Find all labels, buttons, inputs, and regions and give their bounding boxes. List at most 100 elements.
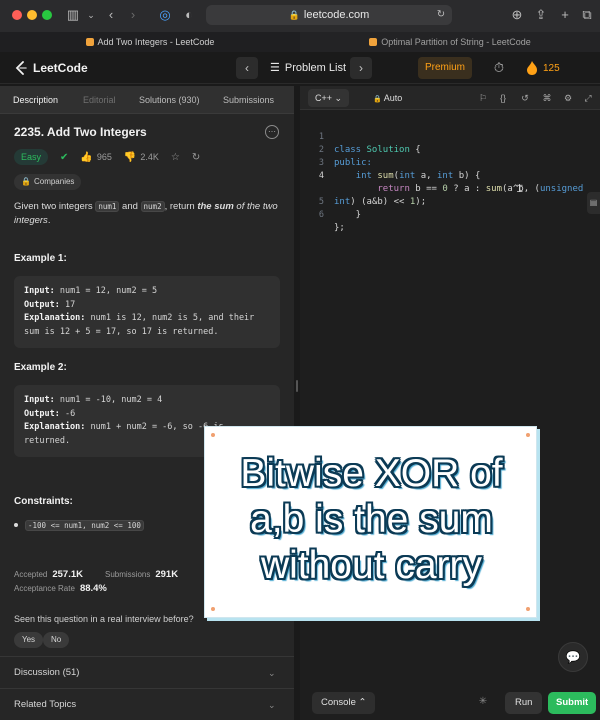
bookmark-icon[interactable]: ⚐: [476, 91, 490, 105]
code-chip-num2: num2: [140, 201, 165, 212]
auto-mode-select[interactable]: 🔒 Auto: [366, 89, 409, 107]
interview-question: Seen this question in a real interview b…: [14, 614, 194, 624]
yes-button[interactable]: Yes: [14, 632, 44, 648]
streak-counter[interactable]: 125: [526, 59, 560, 77]
chevron-down-icon[interactable]: ⌄: [82, 6, 100, 24]
drag-handle[interactable]: [296, 380, 298, 392]
address-bar[interactable]: 🔒 leetcode.com ↻: [206, 5, 452, 25]
leetcode-logo-icon: [15, 61, 27, 75]
thumbs-up-icon[interactable]: 👍: [80, 152, 92, 163]
tab-overview-icon[interactable]: ⧉: [578, 6, 596, 24]
shortcut-icon[interactable]: ⌘: [540, 91, 554, 105]
browser-tab-active[interactable]: Add Two Integers - LeetCode: [0, 32, 300, 52]
submissions-value: 291K: [155, 569, 179, 580]
code-token: }: [334, 210, 362, 220]
tab-strip: Add Two Integers - LeetCode Optimal Part…: [0, 32, 600, 52]
submit-button[interactable]: Submit: [548, 692, 597, 714]
stats-row: Accepted 257.1K Submissions 291K: [14, 569, 178, 583]
code-editor-panel: C++ ⌄ 🔒 Auto ⚐ {} ↺ ⌘ ⚙ ⤢ 1 class Soluti…: [300, 86, 600, 720]
constraints-heading: Constraints:: [14, 496, 73, 507]
companies-tag[interactable]: 🔒 Companies: [14, 174, 82, 190]
reload-icon[interactable]: ↻: [432, 6, 450, 24]
minimize-window-button[interactable]: [27, 10, 37, 20]
problem-meta-row: Easy ✔ 👍 965 👎 2.4K ☆ ↻: [14, 148, 200, 166]
zoom-window-button[interactable]: [42, 10, 52, 20]
braces-icon[interactable]: {}: [496, 91, 510, 105]
timer-icon[interactable]: ⏱: [490, 59, 508, 77]
input-label: Input:: [24, 286, 55, 296]
language-select[interactable]: C++ ⌄: [308, 89, 350, 107]
browser-chrome: ▥ ⌄ ‹ › ◎ ◐ 🔒 leetcode.com ↻ ⊕ ⇪ + ⧉ Add …: [0, 0, 600, 52]
reset-icon[interactable]: ↺: [518, 91, 532, 105]
prev-problem-button[interactable]: ‹: [236, 57, 258, 79]
expand-icon[interactable]: ⤢: [581, 91, 595, 105]
forward-arrow-icon[interactable]: ›: [124, 6, 142, 24]
output-value: -6: [59, 408, 76, 419]
output-label: Output:: [24, 408, 60, 419]
settings-icon[interactable]: ⚙: [561, 91, 575, 105]
console-button[interactable]: Console ⌃: [312, 692, 376, 714]
acceptance-row: Acceptance Rate 88.4%: [14, 583, 107, 597]
acceptance-value: 88.4%: [79, 583, 107, 594]
code-line: 6 };: [300, 196, 592, 233]
corner-dot: [211, 607, 215, 611]
run-button[interactable]: Run: [505, 692, 543, 714]
output-value: 17: [59, 299, 76, 310]
sidebar-toggle-icon[interactable]: ▥: [64, 6, 82, 24]
chevron-up-icon: ⌃: [358, 697, 367, 708]
leetcode-logo[interactable]: LeetCode: [14, 59, 88, 77]
related-topics-accordion[interactable]: Related Topics ⌄: [0, 688, 294, 720]
tab-submissions[interactable]: Submissions: [223, 86, 274, 114]
next-problem-button[interactable]: ›: [350, 57, 372, 79]
more-options-icon[interactable]: ⋯: [265, 125, 279, 139]
code-line: 4 return b == 0 ? a : sum(a^b, (unsigned: [300, 157, 592, 194]
corner-dot: [526, 607, 530, 611]
lock-icon: 🔒: [288, 10, 300, 20]
logo-text: LeetCode: [33, 61, 88, 75]
bullet: [14, 523, 18, 527]
likes-count: 965: [96, 152, 112, 162]
desc-text: Given two integers: [14, 201, 96, 212]
thumbs-down-icon[interactable]: 👎: [124, 152, 136, 163]
back-arrow-icon[interactable]: ‹: [102, 6, 120, 24]
code-line: 1 class Solution {: [300, 118, 592, 155]
constraint-code: -100 <= num1, num2 <= 100: [25, 519, 144, 531]
chat-icon[interactable]: 💬: [558, 642, 588, 672]
premium-button[interactable]: Premium: [418, 57, 472, 79]
problem-list-button[interactable]: ☰ Problem List: [270, 57, 346, 79]
close-window-button[interactable]: [12, 10, 22, 20]
browser-tab-inactive[interactable]: Optimal Partition of String - LeetCode: [300, 32, 600, 52]
star-icon[interactable]: ☆: [171, 152, 180, 163]
tab-solutions[interactable]: Solutions (930): [139, 86, 200, 114]
discussion-label: Discussion (51): [14, 667, 80, 678]
video-caption-overlay: Bitwise XOR of a,b is the sum without ca…: [204, 426, 537, 618]
extension-compass-icon[interactable]: ◎: [156, 6, 174, 24]
corner-dot: [526, 433, 530, 437]
new-tab-icon[interactable]: +: [556, 6, 574, 24]
code-line: 5 }: [300, 183, 592, 220]
explanation-label: Explanation:: [24, 313, 86, 323]
tab-description[interactable]: Description: [13, 86, 58, 114]
difficulty-badge: Easy: [14, 149, 49, 165]
share-icon[interactable]: ↻: [192, 152, 200, 163]
text-cursor-icon: Ɪ: [517, 184, 523, 195]
download-icon[interactable]: ⊕: [508, 6, 526, 24]
debug-icon[interactable]: ✳: [476, 695, 490, 709]
tab-label: Add Two Integers - LeetCode: [97, 37, 215, 47]
input-value: num1 = 12, num2 = 5: [54, 286, 158, 296]
share-icon[interactable]: ⇪: [532, 6, 550, 24]
editor-toolbar: C++ ⌄ 🔒 Auto ⚐ {} ↺ ⌘ ⚙ ⤢: [300, 86, 600, 110]
input-value: num1 = -10, num2 = 4: [54, 395, 163, 405]
discussion-accordion[interactable]: Discussion (51) ⌄: [0, 656, 294, 688]
problem-description: Given two integers num1 and num2, return…: [14, 200, 284, 228]
leetcode-favicon-icon: [85, 38, 94, 46]
tab-editorial[interactable]: Editorial: [83, 86, 116, 114]
list-icon: ☰: [270, 62, 280, 74]
language-value: C++: [315, 93, 333, 103]
chevron-down-icon: ⌄: [334, 93, 343, 103]
side-panel-tab[interactable]: ▤: [587, 192, 600, 214]
privacy-shield-icon[interactable]: ◐: [180, 6, 198, 24]
leetcode-favicon-icon: [369, 38, 378, 46]
no-button[interactable]: No: [43, 632, 70, 648]
code-line: 3 int sum(int a, int b) {: [300, 144, 592, 181]
